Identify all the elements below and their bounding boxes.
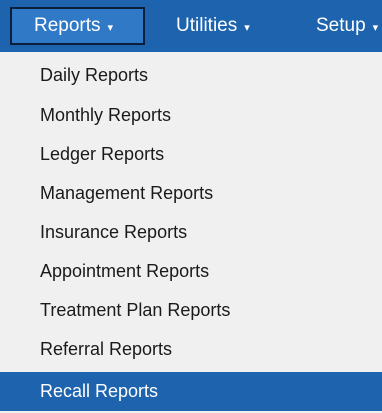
reports-dropdown: Daily Reports Monthly Reports Ledger Rep… — [0, 52, 382, 413]
menu-item-label: Ledger Reports — [40, 144, 165, 164]
menu-setup[interactable]: Setup ▾ — [316, 0, 378, 52]
menu-item-appointment-reports[interactable]: Appointment Reports — [0, 252, 382, 291]
menu-item-referral-reports[interactable]: Referral Reports — [0, 330, 382, 369]
menu-item-ledger-reports[interactable]: Ledger Reports — [0, 135, 382, 174]
menu-item-label: Management Reports — [40, 183, 214, 203]
menu-item-label: Monthly Reports — [40, 105, 172, 125]
menu-item-treatment-plan-reports[interactable]: Treatment Plan Reports — [0, 291, 382, 330]
menu-utilities[interactable]: Utilities ▾ — [176, 0, 250, 52]
menu-setup-label: Setup — [316, 15, 366, 36]
menu-reports-label: Reports — [34, 15, 101, 36]
menu-item-label: Treatment Plan Reports — [40, 300, 231, 320]
menu-item-monthly-reports[interactable]: Monthly Reports — [0, 96, 382, 135]
menu-reports[interactable]: Reports ▾ — [10, 7, 145, 45]
menu-utilities-label: Utilities — [176, 15, 238, 36]
menu-item-daily-reports[interactable]: Daily Reports — [0, 56, 382, 95]
menu-item-label: Daily Reports — [40, 65, 149, 85]
chevron-down-icon: ▾ — [244, 21, 250, 34]
menu-item-management-reports[interactable]: Management Reports — [0, 174, 382, 213]
menu-item-insurance-reports[interactable]: Insurance Reports — [0, 213, 382, 252]
menu-item-label: Recall Reports — [40, 381, 159, 401]
menu-item-label: Insurance Reports — [40, 222, 188, 242]
chevron-down-icon: ▾ — [107, 21, 114, 34]
menu-item-label: Referral Reports — [40, 339, 173, 359]
menu-item-recall-reports[interactable]: Recall Reports — [0, 372, 382, 411]
menu-item-label: Appointment Reports — [40, 261, 210, 281]
menu-bar: Reports ▾ Utilities ▾ Setup ▾ — [0, 0, 382, 52]
chevron-down-icon: ▾ — [372, 21, 379, 34]
